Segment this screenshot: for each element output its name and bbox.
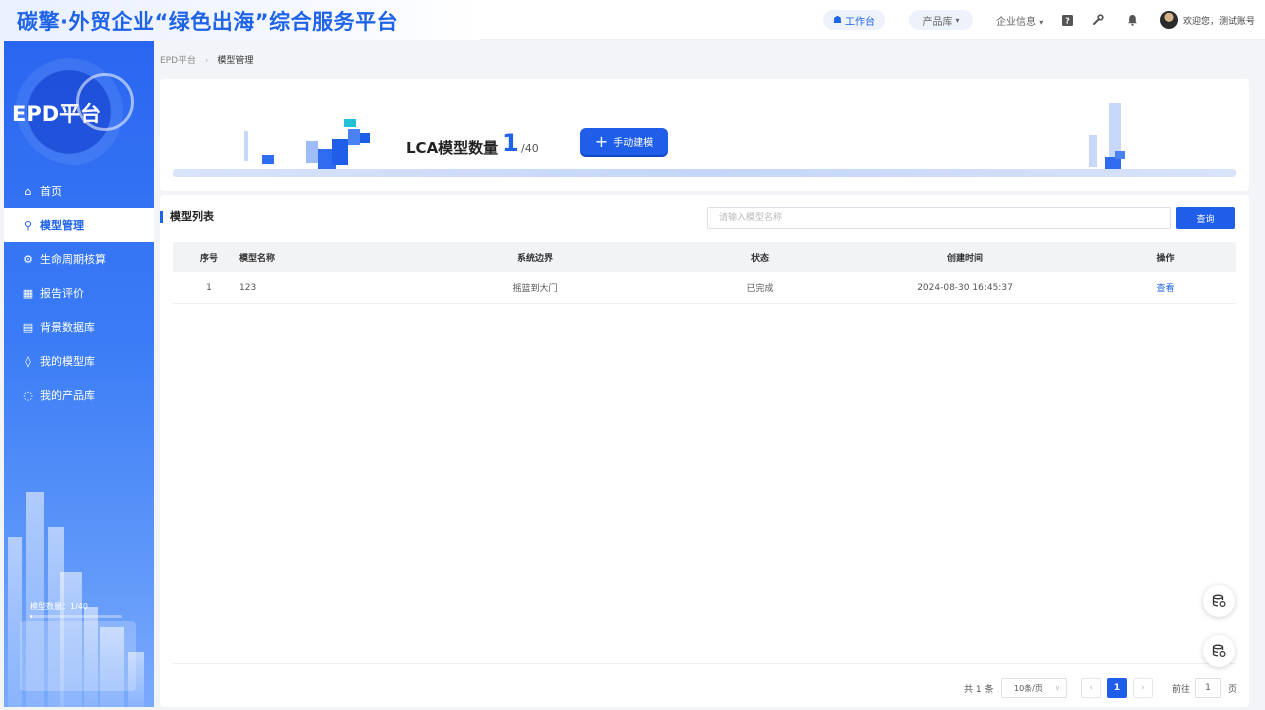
sidebar-item-model-management[interactable]: ⚲ 模型管理 [4, 208, 154, 242]
tower-illustration [1089, 103, 1125, 169]
chevron-right-icon: › [1141, 683, 1145, 693]
database-icon [1212, 594, 1226, 608]
view-link[interactable]: 查看 [1156, 284, 1174, 294]
chevron-left-icon: ‹ [1089, 683, 1093, 693]
row-created-time: 2024-08-30 16:45:37 [917, 282, 1013, 293]
lifecycle-icon: ⚙ [23, 252, 33, 266]
next-page-button[interactable]: › [1133, 678, 1153, 698]
column-header: 序号 [199, 253, 218, 264]
lca-summary-banner: LCA模型数量 1 /40 + 手动建模 [160, 79, 1249, 191]
database-float-button[interactable] [1203, 585, 1235, 617]
pagination: 共 1 条 10条/页 ∨ ‹ 1 › 前往 1 页 [160, 678, 1238, 698]
lca-count-max: /40 [521, 142, 539, 155]
column-header: 操作 [1156, 253, 1175, 264]
database-settings-float-button[interactable] [1203, 635, 1235, 667]
top-bar: 碳擎·外贸企业“绿色出海”综合服务平台 ☗ 工作台 产品库 ▾ 企业信息 ▾ ?… [0, 0, 1265, 40]
model-icon: ⚲ [23, 218, 33, 232]
row-index: 1 [206, 282, 212, 293]
sidebar-item-database[interactable]: ▤ 背景数据库 [4, 310, 154, 344]
products-menu-label: 产品库 [922, 16, 953, 28]
sidebar-item-label: 背景数据库 [40, 321, 95, 334]
column-header: 系统边界 [516, 253, 553, 264]
sidebar-item-label: 生命周期核算 [40, 253, 106, 266]
model-count-progress [30, 615, 122, 618]
goto-label: 前往 [1172, 684, 1191, 695]
app-title: 碳擎·外贸企业“绿色出海”综合服务平台 [17, 10, 399, 34]
sidebar-item-label: 我的产品库 [40, 389, 95, 402]
model-name-search-input[interactable] [707, 207, 1171, 229]
company-menu-label: 企业信息 [996, 17, 1036, 28]
cube-icon: ◊ [25, 354, 31, 368]
row-boundary: 摇篮到大门 [512, 284, 558, 294]
sidebar-item-label: 报告评价 [40, 287, 84, 300]
goto-page-input[interactable]: 1 [1195, 678, 1221, 698]
model-count-progress-fill [30, 615, 33, 618]
model-table: 序号 模型名称 系统边界 状态 创建时间 操作 1 123 摇篮到大门 已完成 … [173, 242, 1236, 304]
help-icon[interactable]: ? [1059, 12, 1075, 28]
column-header: 创建时间 [946, 253, 983, 264]
model-count-label: 模型数量：1/40 [30, 602, 88, 611]
manual-build-label: 手动建模 [613, 138, 654, 149]
svg-text:?: ? [1065, 16, 1070, 25]
sidebar-item-label: 首页 [40, 185, 62, 198]
breadcrumb-root[interactable]: EPD平台 [160, 56, 196, 66]
page-unit-label: 页 [1228, 684, 1238, 695]
sidebar-item-my-products[interactable]: ◌ 我的产品库 [4, 378, 154, 412]
table-header: 序号 模型名称 系统边界 状态 创建时间 操作 [173, 242, 1236, 272]
avatar[interactable] [1160, 11, 1178, 29]
sidebar-item-home[interactable]: ⌂ 首页 [4, 174, 154, 208]
sidebar-nav: ⌂ 首页 ⚲ 模型管理 ⚙ 生命周期核算 ▦ 报告评价 ▤ 背景数据库 ◊ 我的… [4, 174, 154, 412]
column-header: 状态 [750, 253, 769, 264]
cubes-illustration [244, 119, 370, 169]
wrench-icon[interactable] [1090, 12, 1106, 28]
model-count-card [20, 621, 136, 691]
chevron-down-icon: ▾ [955, 15, 960, 25]
chevron-down-icon: ∨ [1054, 684, 1060, 692]
company-menu[interactable]: 企业信息 ▾ [996, 13, 1043, 28]
section-title: 模型列表 [160, 211, 214, 223]
sidebar-item-label: 模型管理 [40, 219, 84, 232]
model-list-panel: 模型列表 查询 序号 模型名称 系统边界 状态 创建时间 操作 1 123 摇篮… [160, 195, 1249, 707]
divider [173, 663, 1236, 664]
workbench-button[interactable]: ☗ 工作台 [823, 10, 885, 30]
workbench-label: 工作台 [844, 16, 875, 28]
page-size-value: 10条/页 [1014, 683, 1043, 693]
sidebar-item-report[interactable]: ▦ 报告评价 [4, 276, 154, 310]
row-model-name: 123 [239, 282, 257, 293]
page-number-button[interactable]: 1 [1107, 678, 1127, 698]
row-status: 已完成 [746, 284, 774, 294]
logo-text: EPD平台 [12, 102, 102, 126]
products-menu[interactable]: 产品库 ▾ [909, 10, 973, 30]
prev-page-button[interactable]: ‹ [1081, 678, 1101, 698]
chevron-down-icon: ▾ [1039, 18, 1044, 27]
column-header: 模型名称 [239, 253, 276, 264]
breadcrumb-current: 模型管理 [217, 56, 254, 66]
sidebar-item-lifecycle[interactable]: ⚙ 生命周期核算 [4, 242, 154, 276]
page-size-select[interactable]: 10条/页 ∨ [1001, 678, 1067, 698]
home-icon: ☗ [833, 14, 842, 26]
row-actions: 查看 [1095, 281, 1236, 294]
search-button[interactable]: 查询 [1176, 207, 1235, 229]
chevron-right-icon: › [204, 56, 209, 66]
sidebar-item-label: 我的模型库 [40, 355, 95, 368]
sidebar-item-my-models[interactable]: ◊ 我的模型库 [4, 344, 154, 378]
lca-count-title: LCA模型数量 [406, 139, 499, 157]
bell-icon[interactable] [1124, 12, 1140, 28]
database-icon: ▤ [22, 320, 34, 334]
plus-icon: + [594, 131, 609, 151]
manual-build-button[interactable]: + 手动建模 [580, 128, 668, 155]
report-icon: ▦ [22, 286, 34, 300]
pagination-total: 共 1 条 [964, 684, 994, 695]
lca-count-value: 1 [502, 129, 519, 157]
database-icon [1212, 644, 1226, 658]
home-icon: ⌂ [24, 184, 32, 198]
breadcrumb: EPD平台 › 模型管理 [160, 53, 253, 66]
box-icon: ◌ [23, 388, 33, 402]
table-row: 1 123 摇篮到大门 已完成 2024-08-30 16:45:37 查看 [173, 272, 1236, 304]
welcome-text: 欢迎您，测试账号 [1183, 17, 1256, 27]
